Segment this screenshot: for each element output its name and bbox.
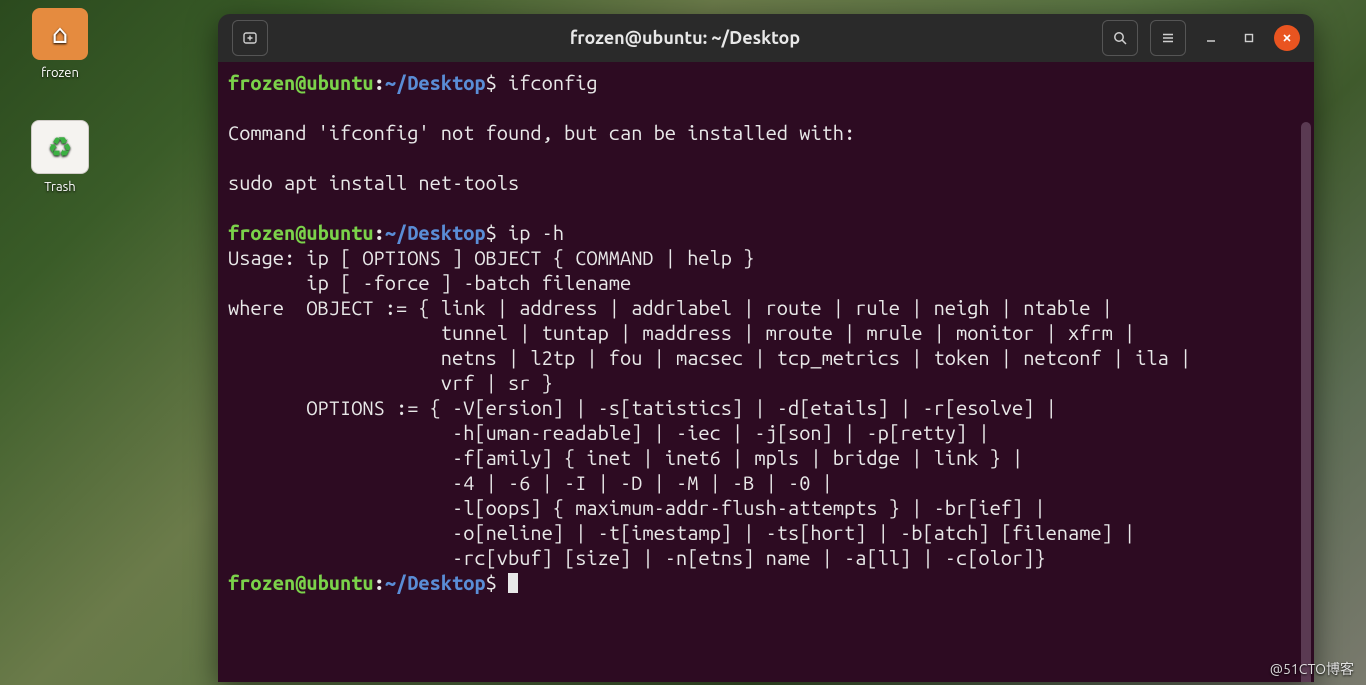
output-line: where OBJECT := { link | address | addrl… bbox=[228, 296, 1113, 319]
desktop-icon-home[interactable]: ⌂ frozen bbox=[20, 8, 100, 80]
prompt-sep: : bbox=[374, 571, 385, 594]
prompt-sep: : bbox=[374, 71, 385, 94]
command-text: ip -h bbox=[508, 221, 564, 244]
scrollbar[interactable] bbox=[1301, 122, 1311, 682]
menu-button[interactable] bbox=[1150, 20, 1186, 56]
close-icon bbox=[1281, 32, 1293, 44]
maximize-button[interactable] bbox=[1236, 25, 1262, 51]
command-text: ifconfig bbox=[508, 71, 598, 94]
output-line: -rc[vbuf] [size] | -n[etns] name | -a[ll… bbox=[228, 546, 1046, 569]
desktop-icon-trash[interactable]: ♻ Trash bbox=[20, 120, 100, 194]
prompt-symbol: $ bbox=[486, 221, 508, 244]
new-tab-button[interactable] bbox=[232, 20, 268, 56]
prompt-user: frozen@ubuntu bbox=[228, 221, 374, 244]
output-line: -4 | -6 | -I | -D | -M | -B | -0 | bbox=[228, 471, 833, 494]
titlebar: frozen@ubuntu: ~/Desktop bbox=[218, 14, 1314, 62]
terminal-window: frozen@ubuntu: ~/Desktop frozen@ubuntu:~… bbox=[218, 14, 1314, 682]
search-button[interactable] bbox=[1102, 20, 1138, 56]
prompt-path: ~/Desktop bbox=[385, 571, 486, 594]
search-icon bbox=[1112, 30, 1128, 46]
prompt-symbol: $ bbox=[486, 571, 508, 594]
maximize-icon bbox=[1243, 32, 1255, 44]
watermark: @51CTO博客 bbox=[1270, 659, 1354, 679]
cursor bbox=[508, 573, 518, 593]
desktop-icon-label: frozen bbox=[20, 66, 100, 80]
prompt-symbol: $ bbox=[486, 71, 508, 94]
prompt-path: ~/Desktop bbox=[385, 71, 486, 94]
prompt-path: ~/Desktop bbox=[385, 221, 486, 244]
minimize-icon bbox=[1205, 32, 1217, 44]
prompt-sep: : bbox=[374, 221, 385, 244]
output-line: vrf | sr } bbox=[228, 371, 553, 394]
terminal-viewport[interactable]: frozen@ubuntu:~/Desktop$ ifconfig Comman… bbox=[218, 62, 1314, 682]
output-line: -h[uman-readable] | -iec | -j[son] | -p[… bbox=[228, 421, 990, 444]
minimize-button[interactable] bbox=[1198, 25, 1224, 51]
menu-icon bbox=[1160, 30, 1176, 46]
output-line: -l[oops] { maximum-addr-flush-attempts }… bbox=[228, 496, 1046, 519]
trash-icon: ♻ bbox=[31, 120, 89, 174]
close-button[interactable] bbox=[1274, 25, 1300, 51]
output-line: -f[amily] { inet | inet6 | mpls | bridge… bbox=[228, 446, 1023, 469]
output-line: Command 'ifconfig' not found, but can be… bbox=[228, 121, 855, 144]
new-tab-icon bbox=[242, 30, 258, 46]
output-line: Usage: ip [ OPTIONS ] OBJECT { COMMAND |… bbox=[228, 246, 754, 269]
output-line: ip [ -force ] -batch filename bbox=[228, 271, 631, 294]
prompt-user: frozen@ubuntu bbox=[228, 571, 374, 594]
window-title: frozen@ubuntu: ~/Desktop bbox=[278, 28, 1092, 48]
prompt-user: frozen@ubuntu bbox=[228, 71, 374, 94]
desktop-icon-label: Trash bbox=[20, 180, 100, 194]
home-folder-icon: ⌂ bbox=[32, 8, 88, 60]
output-line: sudo apt install net-tools bbox=[228, 171, 519, 194]
output-line: tunnel | tuntap | maddress | mroute | mr… bbox=[228, 321, 1135, 344]
output-line: OPTIONS := { -V[ersion] | -s[tatistics] … bbox=[228, 396, 1057, 419]
output-line: netns | l2tp | fou | macsec | tcp_metric… bbox=[228, 346, 1191, 369]
output-line: -o[neline] | -t[imestamp] | -ts[hort] | … bbox=[228, 521, 1135, 544]
